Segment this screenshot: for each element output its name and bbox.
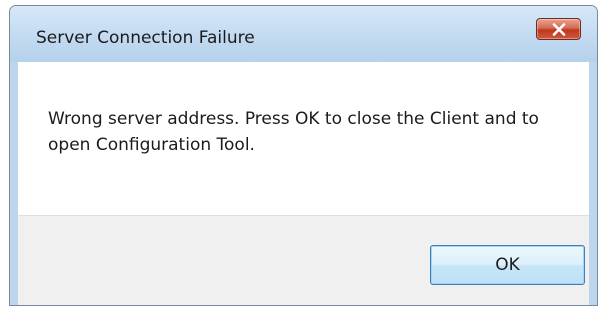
dialog-content: Wrong server address. Press OK to close … xyxy=(18,62,589,305)
error-dialog: Server Connection Failure Wrong server a… xyxy=(9,5,598,306)
close-button[interactable] xyxy=(536,18,581,40)
error-message: Wrong server address. Press OK to close … xyxy=(48,109,539,155)
ok-button[interactable]: OK xyxy=(430,245,585,285)
dialog-title: Server Connection Failure xyxy=(36,28,255,48)
title-bar[interactable]: Server Connection Failure xyxy=(10,6,597,62)
close-icon xyxy=(552,23,566,36)
dialog-footer: OK xyxy=(18,215,589,305)
